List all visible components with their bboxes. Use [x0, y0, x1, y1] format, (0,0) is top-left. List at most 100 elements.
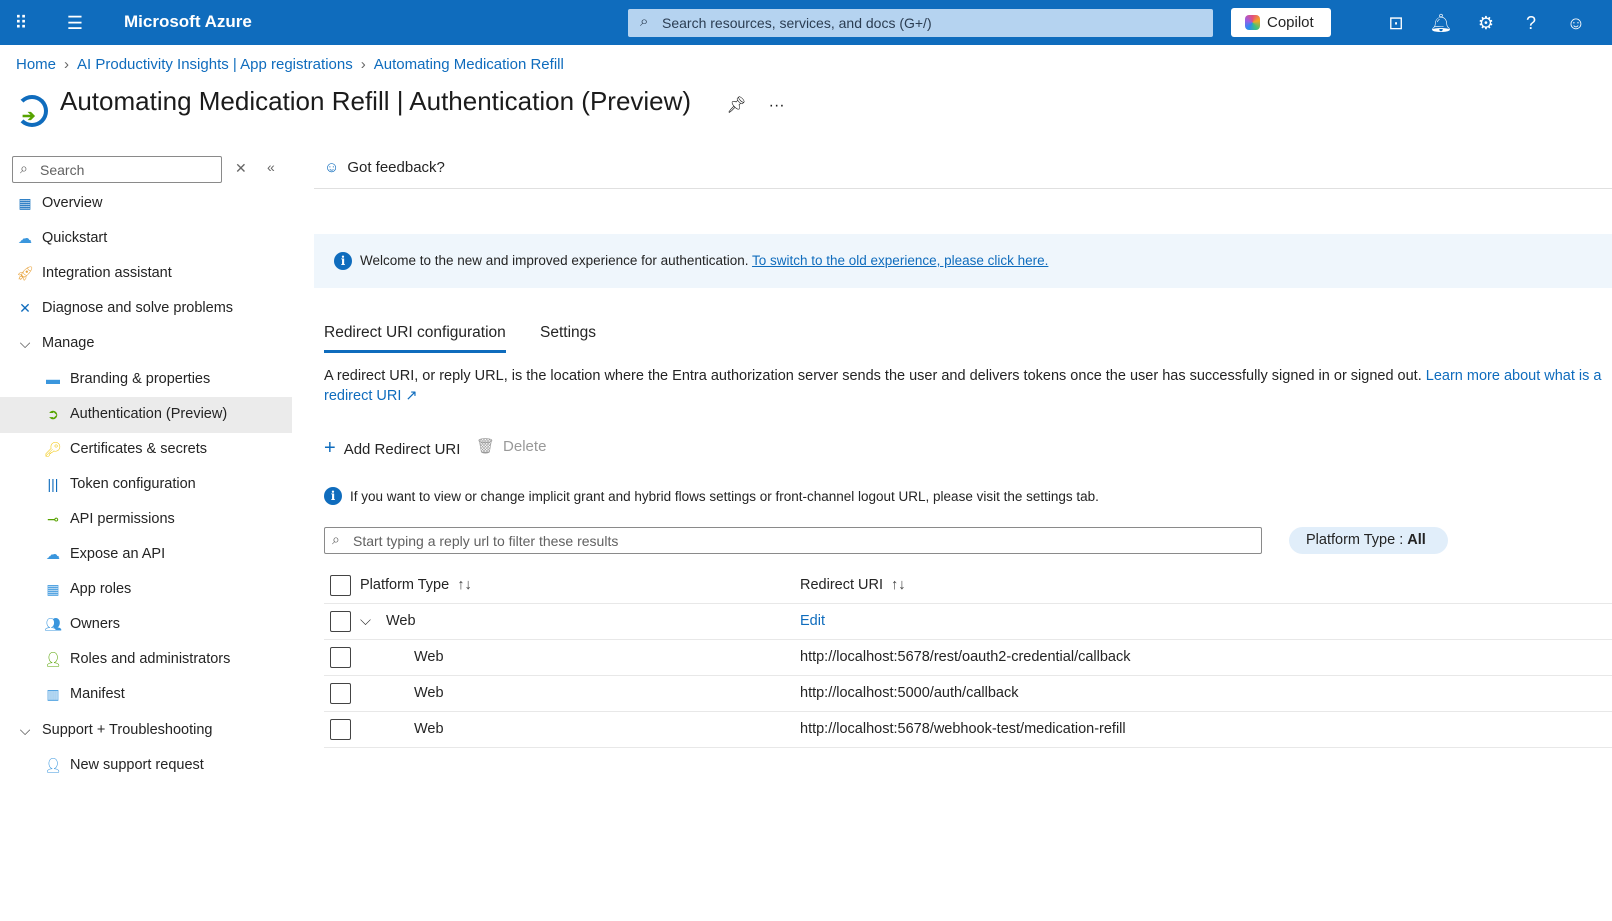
collapse-icon[interactable]: «: [267, 159, 275, 175]
key-icon: 🔑︎: [44, 440, 62, 457]
row-checkbox[interactable]: [330, 683, 351, 704]
sidebar-item-integration-assistant[interactable]: 🚀︎ Integration assistant: [0, 256, 292, 292]
platform-type-filter[interactable]: Platform Type : All: [1289, 527, 1448, 554]
cloud-icon: ☁: [18, 230, 32, 247]
sidebar-item-authentication-preview[interactable]: ➲ Authentication (Preview): [0, 396, 292, 433]
sidebar-item-label: Branding & properties: [70, 370, 211, 387]
breadcrumb-home[interactable]: Home: [16, 56, 56, 73]
app-launcher-icon[interactable]: ⠿: [9, 11, 33, 35]
sidebar-item-owners[interactable]: 👥︎ Owners: [0, 607, 292, 643]
edit-link[interactable]: Edit: [800, 613, 825, 629]
sidebar-item-label: Manifest: [70, 686, 125, 703]
settings-hint: If you want to view or change implicit g…: [350, 489, 1099, 504]
tab-settings[interactable]: Settings: [540, 324, 596, 342]
search-icon: ⌕: [20, 160, 28, 176]
support-icon: 👤︎: [44, 756, 62, 773]
column-platform-type[interactable]: Platform Type ↑↓: [360, 577, 472, 593]
pill-value: All: [1407, 532, 1426, 548]
platform-type-cell: Web: [414, 649, 444, 665]
group-label: Web: [386, 613, 416, 629]
sidebar-item-label: App roles: [70, 581, 132, 598]
group-row: ⌵ Web Edit: [324, 604, 1612, 640]
help-icon[interactable]: ?: [1519, 11, 1543, 35]
column-redirect-uri[interactable]: Redirect URI ↑↓: [800, 577, 906, 593]
brand[interactable]: Microsoft Azure: [124, 12, 252, 32]
bell-icon[interactable]: 🔔︎: [1429, 11, 1453, 35]
filter-placeholder: Start typing a reply url to filter these…: [353, 533, 619, 549]
more-icon[interactable]: ···: [769, 97, 785, 114]
banner-text: Welcome to the new and improved experien…: [360, 253, 752, 268]
sidebar-item-expose-an-api[interactable]: ☁ Expose an API: [0, 537, 292, 573]
column-label: Platform Type: [360, 577, 450, 593]
sidebar-item-manifest[interactable]: ▥ Manifest: [0, 677, 292, 713]
redirect-uri-cell: http://localhost:5000/auth/callback: [800, 685, 1019, 701]
owners-icon: 👥︎: [44, 616, 62, 633]
group-checkbox[interactable]: [330, 611, 351, 632]
menu-icon[interactable]: ☰: [63, 11, 87, 35]
authentication-icon: ➲: [47, 405, 59, 422]
row-checkbox[interactable]: [330, 647, 351, 668]
sidebar-item-support-troubleshooting[interactable]: ⌵ Support + Troubleshooting: [0, 713, 292, 749]
sidebar-item-manage[interactable]: ⌵ Manage: [0, 326, 292, 362]
copilot-label: Copilot: [1267, 14, 1314, 31]
search-icon: ⌕: [640, 13, 649, 30]
filter-input[interactable]: ⌕ Start typing a reply url to filter thes…: [324, 527, 1262, 554]
sidebar-item-api-permissions[interactable]: ⊸ API permissions: [0, 502, 292, 538]
breadcrumb-app-registrations[interactable]: AI Productivity Insights | App registrat…: [77, 56, 353, 73]
select-all-checkbox[interactable]: [330, 575, 351, 596]
sidebar-item-certificates-secrets[interactable]: 🔑︎ Certificates & secrets: [0, 432, 292, 468]
sidebar-item-app-roles[interactable]: ▦ App roles: [0, 572, 292, 608]
delete-button[interactable]: 🗑︎ Delete: [476, 437, 546, 455]
info-icon: i: [324, 487, 342, 505]
gear-icon[interactable]: ⚙: [1474, 11, 1498, 35]
sidebar-search-input[interactable]: ⌕ Search: [12, 156, 222, 183]
chevron-down-icon[interactable]: ⌵: [360, 613, 371, 629]
breadcrumb-app[interactable]: Automating Medication Refill: [374, 56, 564, 73]
sidebar-item-token-configuration[interactable]: ||| Token configuration: [0, 467, 292, 503]
pill-label: Platform Type :: [1306, 532, 1408, 548]
sidebar-item-label: Token configuration: [70, 475, 196, 492]
sidebar-item-branding-properties[interactable]: ▬ Branding & properties: [0, 362, 292, 398]
sidebar-item-label: Support + Troubleshooting: [42, 721, 213, 738]
chevron-right-icon: ›: [64, 56, 70, 73]
admin-icon: 👤︎: [44, 651, 62, 668]
copilot-button[interactable]: Copilot: [1231, 8, 1331, 37]
manifest-icon: ▥: [46, 686, 60, 703]
top-bar: ⠿ ☰ Microsoft Azure ⌕ Search resources, s…: [0, 0, 1612, 45]
api-icon: ⊸: [47, 510, 59, 527]
sidebar-item-new-support-request[interactable]: 👤︎ New support request: [0, 748, 292, 784]
feedback-button[interactable]: ☺ Got feedback?: [324, 159, 445, 176]
feedback-label: Got feedback?: [347, 159, 445, 176]
pin-icon[interactable]: 📌︎: [726, 97, 746, 114]
sidebar-item-roles-and-administrators[interactable]: 👤︎ Roles and administrators: [0, 642, 292, 678]
feedback-icon[interactable]: ☺: [1564, 11, 1588, 35]
roles-icon: ▦: [46, 581, 60, 598]
page-title: Automating Medication Refill | Authentic…: [60, 86, 785, 116]
chevron-down-icon: ⌵: [19, 721, 31, 738]
table-row[interactable]: Web http://localhost:5678/webhook-test/me…: [324, 712, 1612, 748]
global-search-input[interactable]: ⌕ Search resources, services, and docs (G…: [628, 9, 1213, 37]
description-text: A redirect URI, or reply URL, is the loc…: [324, 368, 1426, 384]
chevron-down-icon: ⌵: [19, 335, 31, 352]
cloud-shell-icon[interactable]: ⊡: [1384, 11, 1408, 35]
add-redirect-uri-button[interactable]: + Add Redirect URI: [324, 437, 460, 460]
search-icon: ⌕: [332, 531, 340, 547]
old-experience-link[interactable]: To switch to the old experience, please …: [752, 253, 1048, 268]
table-row[interactable]: Web http://localhost:5000/auth/callback: [324, 676, 1612, 712]
trash-icon: 🗑︎: [476, 438, 496, 455]
sidebar-item-diagnose-and-solve-problems[interactable]: ✕ Diagnose and solve problems: [0, 291, 292, 327]
table-row[interactable]: Web http://localhost:5678/rest/oauth2-cre…: [324, 640, 1612, 676]
tab-redirect-uri[interactable]: Redirect URI configuration: [324, 324, 506, 353]
sidebar-item-label: Manage: [42, 335, 95, 352]
sidebar-item-label: API permissions: [70, 510, 175, 527]
sidebar-item-label: Authentication (Preview): [70, 405, 228, 422]
sidebar-item-label: New support request: [70, 756, 204, 773]
sidebar-item-overview[interactable]: ▦ Overview: [0, 186, 292, 222]
row-checkbox[interactable]: [330, 719, 351, 740]
copilot-icon: [1245, 15, 1260, 30]
redirect-uri-cell: http://localhost:5678/rest/oauth2-creden…: [800, 649, 1131, 665]
delete-label: Delete: [503, 438, 547, 455]
sidebar-item-label: Quickstart: [42, 230, 108, 247]
sidebar-item-quickstart[interactable]: ☁ Quickstart: [0, 221, 292, 257]
clear-icon[interactable]: ✕: [235, 160, 247, 177]
